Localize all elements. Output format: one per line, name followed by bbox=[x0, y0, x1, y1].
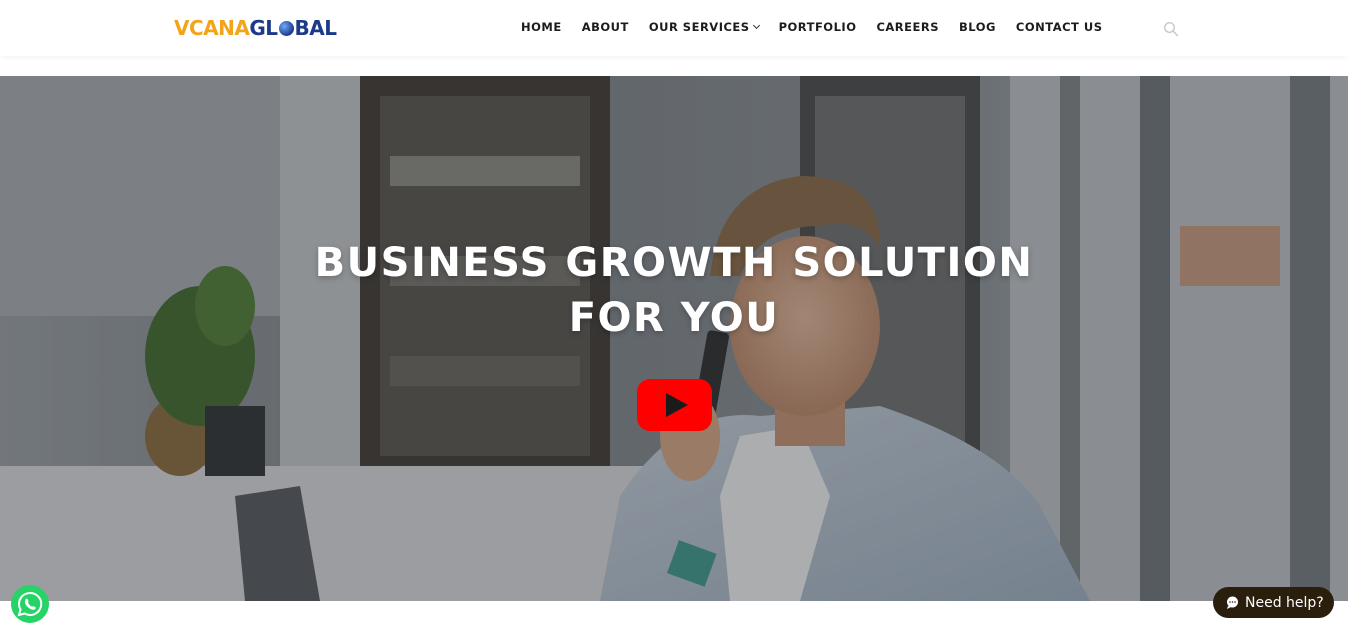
nav-item-our-services[interactable]: OUR SERVICES bbox=[648, 20, 760, 34]
hero-title-line1: BUSINESS GROWTH SOLUTION bbox=[314, 240, 1034, 286]
site-header: VCANA GL BAL HOME ABOUT OUR SERVICES POR… bbox=[0, 0, 1348, 56]
logo-text-part2b: BAL bbox=[294, 16, 337, 40]
nav-item-blog[interactable]: BLOG bbox=[959, 20, 996, 34]
need-help-button[interactable]: Need help? bbox=[1213, 587, 1334, 618]
chevron-down-icon bbox=[752, 21, 760, 30]
whatsapp-icon[interactable] bbox=[11, 585, 49, 623]
nav-item-contact-us[interactable]: CONTACT US bbox=[1016, 20, 1103, 34]
nav-label: OUR SERVICES bbox=[648, 20, 750, 34]
logo[interactable]: VCANA GL BAL bbox=[174, 15, 337, 41]
need-help-label: Need help? bbox=[1245, 594, 1324, 611]
logo-text-part2a: GL bbox=[249, 16, 278, 40]
youtube-play-icon[interactable] bbox=[637, 379, 712, 431]
nav-label: PORTFOLIO bbox=[778, 20, 857, 34]
nav-item-about[interactable]: ABOUT bbox=[582, 20, 629, 34]
nav-item-home[interactable]: HOME bbox=[521, 20, 562, 34]
logo-text-part1: VCANA bbox=[174, 16, 250, 40]
search-icon[interactable] bbox=[1163, 21, 1179, 37]
nav-label: CONTACT US bbox=[1015, 20, 1103, 34]
hero-banner: BUSINESS GROWTH SOLUTION FOR YOU bbox=[0, 76, 1348, 601]
hero-title-line2: FOR YOU bbox=[568, 295, 780, 341]
nav-label: ABOUT bbox=[581, 20, 629, 34]
nav-label: BLOG bbox=[959, 20, 996, 34]
globe-icon bbox=[278, 20, 294, 36]
nav-label: CAREERS bbox=[876, 20, 940, 34]
nav-label: HOME bbox=[521, 20, 562, 34]
chat-bubble-icon bbox=[1227, 596, 1238, 609]
hero-title: BUSINESS GROWTH SOLUTION FOR YOU bbox=[0, 236, 1348, 346]
nav-item-portfolio[interactable]: PORTFOLIO bbox=[779, 20, 857, 34]
nav-item-careers[interactable]: CAREERS bbox=[876, 20, 939, 34]
main-nav: HOME ABOUT OUR SERVICES PORTFOLIO CAREER… bbox=[521, 19, 1103, 35]
